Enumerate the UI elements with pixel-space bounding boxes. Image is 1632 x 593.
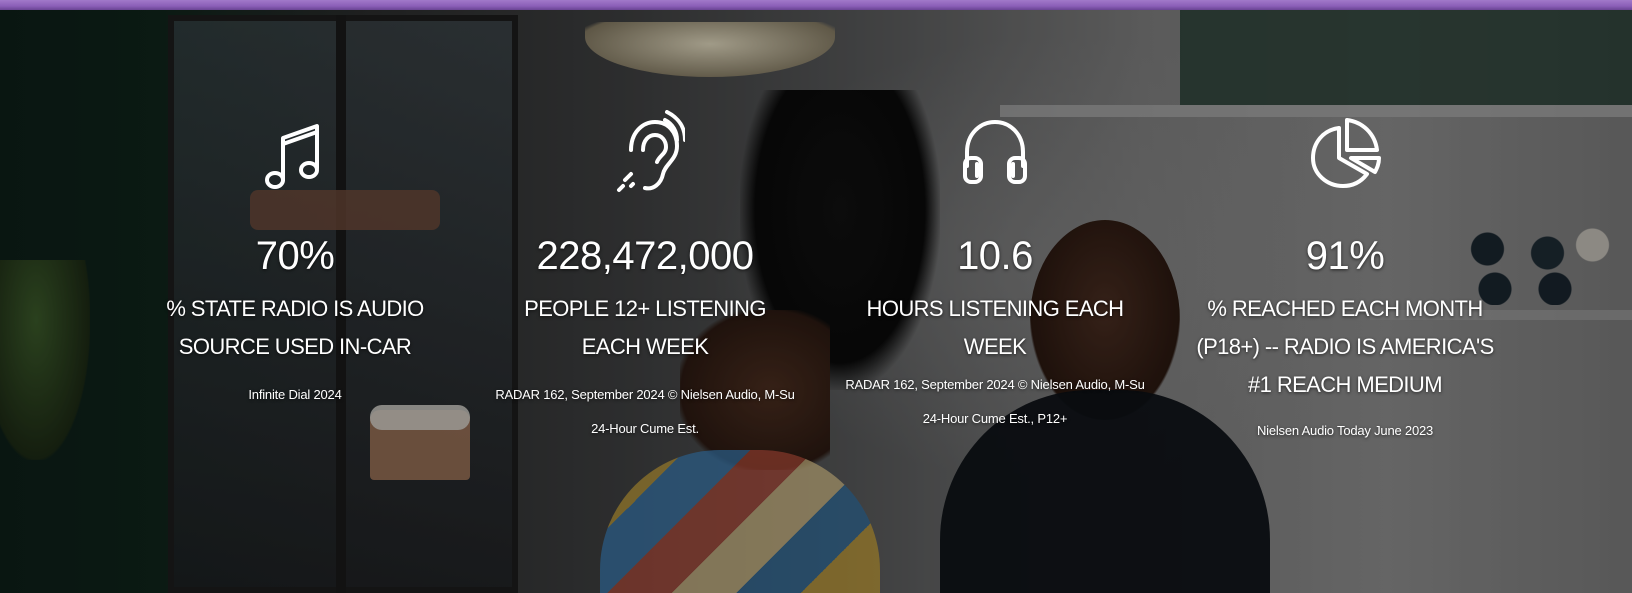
music-note-icon [255,110,335,200]
ear-icon [605,110,687,200]
stat-value: 228,472,000 [536,234,754,278]
stat-label: % STATE RADIO IS AUDIO SOURCE USED IN-CA… [166,296,424,359]
stat-value: 70% [255,234,335,278]
stat-source: RADAR 162, September 2024 © Nielsen Audi… [495,387,795,436]
stat-source: Nielsen Audio Today June 2023 [1256,423,1434,438]
stat-source: RADAR 162, September 2024 © Nielsen Audi… [845,377,1145,426]
stat-label: % REACHED EACH MONTH (P18+) -- RADIO IS … [1196,296,1494,397]
stats-row: 70% % STATE RADIO IS AUDIO SOURCE USED I… [0,0,1632,593]
headphones-icon [955,110,1035,200]
stat-label: PEOPLE 12+ LISTENING EACH WEEK [524,296,766,359]
stat-source: Infinite Dial 2024 [248,387,342,402]
stat-card-in-car: 70% % STATE RADIO IS AUDIO SOURCE USED I… [145,110,445,412]
stat-card-hours-listening: 10.6 HOURS LISTENING EACH WEEK RADAR 162… [840,110,1150,436]
pie-chart-icon [1305,110,1385,200]
stat-label: HOURS LISTENING EACH WEEK [866,296,1125,359]
stat-value: 10.6 [957,234,1033,278]
stat-card-weekly-listeners: 228,472,000 PEOPLE 12+ LISTENING EACH WE… [490,110,800,446]
stat-card-monthly-reach: 91% % REACHED EACH MONTH (P18+) -- RADIO… [1190,110,1500,448]
stat-value: 91% [1305,234,1385,278]
